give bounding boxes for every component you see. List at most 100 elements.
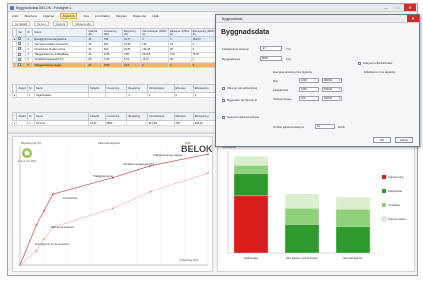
- chart-background: [13, 137, 212, 271]
- menu-hjalp[interactable]: Hjälp: [152, 14, 159, 18]
- oil-label: Olja: [273, 79, 278, 83]
- col-header[interactable]: Namn: [33, 84, 89, 93]
- col-header[interactable]: Val: [16, 28, 27, 37]
- table-row[interactable]: ▸ 1 Summa 19,63 8600 621,85 265 228,00: [11, 119, 218, 127]
- data-point: [149, 190, 151, 193]
- col-header[interactable]: Nr: [26, 84, 35, 93]
- title-bar: Byggnadsdata BELOK - Fastighet 1 — □ ✕: [8, 4, 417, 12]
- select-all-button[interactable]: Markera alla: [72, 20, 94, 26]
- row-checkbox[interactable]: [18, 42, 22, 46]
- cost-price-input[interactable]: 50: [315, 124, 335, 129]
- cost-price-label: Önskat självkostnadspris: [273, 125, 304, 129]
- checkbox-box[interactable]: [358, 62, 361, 65]
- minimize-button[interactable]: —: [380, 4, 392, 11]
- temp-input[interactable]: -17: [260, 46, 282, 51]
- col-header[interactable]: Kalkylid (år): [86, 28, 103, 37]
- bar-segment: [284, 224, 320, 254]
- col-header[interactable]: Värmebespar. (MWh/år): [140, 28, 170, 37]
- col-header[interactable]: Besparing: [126, 84, 148, 93]
- investment-chart-pane: Energi och Miljö BELOK Internräntegräns …: [12, 136, 213, 272]
- table-row-selected[interactable]: 6 Tilläggsisolering väggar 40 3500 7,14 …: [11, 61, 218, 69]
- row-checkbox[interactable]: [18, 53, 22, 56]
- new-measure-button[interactable]: Ny åtgärd: [12, 20, 31, 26]
- menu-visa[interactable]: Visa: [83, 14, 89, 18]
- belok-brand: BELOK: [181, 144, 212, 154]
- col-header[interactable]: Kalkylid: [87, 84, 106, 93]
- package-table: Åtgärd Nr Namn Kalkylid Investering Besp…: [11, 84, 218, 99]
- col-header[interactable]: Nr: [26, 112, 35, 121]
- maximize-button[interactable]: □: [392, 4, 404, 11]
- property-el-input[interactable]: 1300: [299, 87, 319, 92]
- logo-caption: Energi och Miljö: [18, 159, 37, 163]
- col-header[interactable]: Elbespar.: [173, 112, 194, 121]
- oil-unit-select[interactable]: MWh/år: [322, 78, 342, 83]
- district-heating-checkbox[interactable]: Byggnaden har fjärrvärme: [222, 99, 257, 102]
- ok-button[interactable]: OK: [373, 137, 391, 143]
- bar-segment: [284, 193, 320, 209]
- cost-price-unit: kkr/år: [338, 125, 345, 129]
- business-el-unit-select[interactable]: MWh/år: [322, 96, 342, 101]
- col-header[interactable]: Värmebespar.: [146, 84, 175, 93]
- col-header[interactable]: Elbesparing: [192, 84, 218, 93]
- checkbox-box[interactable]: [222, 116, 225, 119]
- oil-input[interactable]: 1000: [299, 78, 319, 83]
- col-header[interactable]: Investering: [104, 84, 128, 93]
- col-header[interactable]: Kalkylid: [87, 112, 106, 121]
- row-checkbox[interactable]: [18, 47, 22, 51]
- business-el-input[interactable]: 400: [299, 96, 319, 101]
- bar-segment: [335, 208, 371, 227]
- col-header[interactable]: Elbespar.: [173, 84, 194, 93]
- col-header[interactable]: Elbesparing (MWh/år): [190, 28, 218, 37]
- col-header[interactable]: Besparing: [126, 112, 148, 121]
- table-header: Val Nr Namn Kalkylid (år) Investering (k…: [11, 28, 218, 37]
- close-button[interactable]: ✕: [404, 4, 416, 11]
- col-header[interactable]: Åtgärd: [16, 112, 28, 121]
- delete-button[interactable]: Ta bort: [34, 20, 49, 26]
- checkbox-box[interactable]: [222, 99, 225, 102]
- col-header[interactable]: Investering (kkr): [101, 28, 123, 37]
- menu-bearbeta[interactable]: Bearbeta: [25, 14, 37, 18]
- analyze-cost-checkbox[interactable]: Analysera självkostnadspris: [222, 116, 259, 119]
- menu-arkiv[interactable]: Arkiv: [12, 14, 19, 18]
- col-header[interactable]: Besparing (%): [121, 28, 142, 37]
- row-checkbox[interactable]: [18, 58, 22, 61]
- dialog-title-bar: Byggnadsdata: [216, 15, 419, 23]
- menu-diagram[interactable]: Diagram: [116, 14, 127, 18]
- table-row[interactable]: ▸ 1 Åtgärdspaket 0 0 0 0: [11, 91, 218, 99]
- col-header[interactable]: Värmebespar.: [146, 112, 175, 121]
- menu-atgarder[interactable]: Åtgärder: [43, 14, 55, 18]
- legend-swatch: [381, 216, 387, 222]
- x-tick-label: Efter åtgärder med lönsamhet: [286, 257, 318, 260]
- table-header: Åtgärd Nr Namn Kalkylid Investering Besp…: [11, 112, 218, 121]
- dialog-title: Byggnadsdata: [222, 17, 243, 21]
- analyze-effect-checkbox[interactable]: Analysera effektskillnader: [358, 62, 393, 65]
- menu-atgardsfx[interactable]: Åtgärdsfx: [60, 13, 78, 19]
- dialog-close-button[interactable]: ✕: [407, 15, 419, 22]
- legend-item: Ventilation: [388, 203, 401, 207]
- legend-item: Fastighetsel: [388, 189, 402, 193]
- col-header[interactable]: Nr: [25, 28, 34, 37]
- measures-table: Val Nr Namn Kalkylid (år) Investering (k…: [11, 28, 218, 69]
- curve-label: Tilläggsisolering väggar: [153, 153, 182, 157]
- col-header[interactable]: Namn: [33, 112, 89, 121]
- building-data-dialog: Byggnadsdata ✕ Byggnadsdata Fastighetens…: [215, 14, 420, 147]
- area-input[interactable]: 8000: [260, 56, 282, 61]
- bar-segment: [233, 165, 269, 174]
- property-el-unit-select[interactable]: MWh/år: [322, 87, 342, 92]
- menu-lcc[interactable]: LCC/Kalkyl: [95, 14, 110, 18]
- copy-button[interactable]: Kopiera: [52, 20, 69, 26]
- col-header[interactable]: Elbesparing: [192, 112, 218, 121]
- row-checkbox[interactable]: [18, 63, 22, 67]
- heating-type-checkbox[interactable]: Olika typ värmeförsörjning: [222, 87, 257, 90]
- col-header[interactable]: Investering: [104, 112, 128, 121]
- cancel-button[interactable]: Avbryt: [395, 137, 413, 143]
- row-checkbox[interactable]: [18, 37, 22, 41]
- checkbox-box[interactable]: [222, 87, 225, 90]
- menu-rapporter[interactable]: Rapporter: [133, 14, 146, 18]
- right-axis-annotation: Kr/år: [185, 141, 191, 145]
- investment-chart: Energi och Miljö BELOK Internräntegräns …: [13, 137, 213, 271]
- left-axis-annotation: Besparing (kr (%): [21, 141, 41, 145]
- col-header[interactable]: Elbespar. (MWh/år): [168, 28, 192, 37]
- col-header[interactable]: Namn: [32, 28, 88, 37]
- col-header[interactable]: Åtgärd: [16, 84, 28, 93]
